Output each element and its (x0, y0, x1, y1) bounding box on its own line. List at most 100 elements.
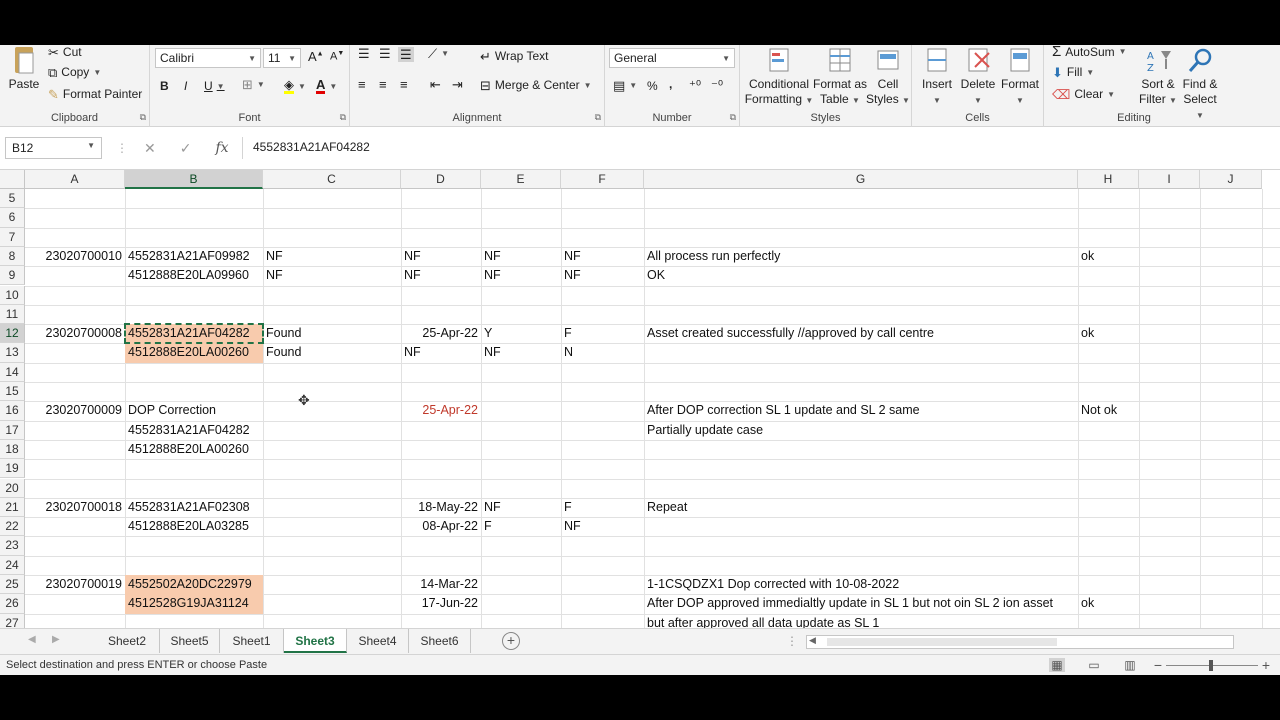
cell-a25[interactable]: 23020700019 (25, 575, 125, 594)
cell-g17[interactable]: Partially update case (644, 421, 1078, 440)
cell-d26[interactable]: 17-Jun-22 (401, 594, 481, 613)
row-header-25[interactable]: 25 (0, 575, 25, 595)
decrease-decimal-button[interactable]: ⁻⁰ (711, 79, 723, 92)
cell-b21[interactable]: 4552831A21AF02308 (125, 498, 263, 517)
tab-scroll-right-icon[interactable]: ▶ (52, 634, 60, 645)
cell-g12[interactable]: Asset created successfully //approved by… (644, 324, 1078, 343)
horizontal-scrollbar[interactable]: ◀ (806, 635, 1234, 649)
cell-f21[interactable]: F (561, 498, 644, 517)
row-header-26[interactable]: 26 (0, 594, 25, 614)
formula-input[interactable]: 4552831A21AF04282 (242, 137, 1280, 159)
column-header-e[interactable]: E (481, 170, 561, 189)
column-header-f[interactable]: F (561, 170, 644, 189)
align-center-button[interactable]: ≡ (379, 78, 387, 91)
scroll-left-icon[interactable]: ◀ (809, 635, 816, 646)
cell-c13[interactable]: Found (263, 343, 401, 362)
cell-f8[interactable]: NF (561, 247, 644, 266)
row-header-22[interactable]: 22 (0, 517, 25, 537)
enter-icon[interactable]: ✓ (180, 140, 192, 157)
find-select-button[interactable]: Find & Select ▼ (1178, 45, 1222, 120)
row-header-12[interactable]: 12 (0, 324, 25, 344)
cell-e22[interactable]: F (481, 517, 561, 536)
align-middle-button[interactable]: ☰ (379, 47, 391, 60)
cell-b16[interactable]: DOP Correction (125, 401, 263, 420)
cell-d9[interactable]: NF (401, 266, 481, 285)
cell-e8[interactable]: NF (481, 247, 561, 266)
column-header-h[interactable]: H (1078, 170, 1139, 189)
cell-g21[interactable]: Repeat (644, 498, 1078, 517)
accounting-format-button[interactable]: ▤ ▼ (613, 79, 637, 92)
insert-function-button[interactable]: fx (215, 140, 228, 156)
decrease-font-button[interactable]: A▼ (330, 50, 344, 63)
row-header-6[interactable]: 6 (0, 208, 25, 228)
align-right-button[interactable]: ≡ (400, 78, 408, 91)
cut-button[interactable]: ✂ Cut (48, 45, 82, 59)
autosum-button[interactable]: Σ AutoSum ▼ (1052, 44, 1127, 59)
font-name-select[interactable]: Calibri ▼ (155, 48, 261, 68)
zoom-out-icon[interactable]: − (1150, 658, 1166, 672)
merge-center-button[interactable]: ⊟ Merge & Center ▼ (480, 78, 592, 92)
comma-button[interactable]: , (669, 77, 672, 91)
align-top-button[interactable]: ☰ (358, 47, 370, 60)
cell-g8[interactable]: All process run perfectly (644, 247, 1078, 266)
underline-button[interactable]: U ▼ (204, 79, 225, 93)
row-header-9[interactable]: 9 (0, 266, 25, 286)
cell-f22[interactable]: NF (561, 517, 644, 536)
row-header-16[interactable]: 16 (0, 401, 25, 421)
zoom-in-icon[interactable]: + (1258, 658, 1274, 672)
fill-button[interactable]: ⬇ Fill ▼ (1052, 65, 1094, 79)
cell-d8[interactable]: NF (401, 247, 481, 266)
row-header-19[interactable]: 19 (0, 459, 25, 479)
dialog-launcher-icon[interactable]: ⧉ (595, 112, 601, 123)
cell-b17[interactable]: 4552831A21AF04282 (125, 421, 263, 440)
decrease-indent-button[interactable]: ⇤ (430, 78, 441, 91)
normal-view-icon[interactable]: ▦ (1049, 658, 1065, 672)
cell-h16[interactable]: Not ok (1078, 401, 1139, 420)
fill-color-button[interactable]: ◈ ▼ (284, 78, 306, 94)
cell-c9[interactable]: NF (263, 266, 401, 285)
row-header-21[interactable]: 21 (0, 497, 25, 518)
cell-g25[interactable]: 1-1CSQDZX1 Dop corrected with 10-08-2022 (644, 575, 1078, 594)
percent-button[interactable]: % (647, 79, 658, 93)
italic-button[interactable]: I (184, 79, 187, 93)
delete-button[interactable]: Delete ▼ (956, 45, 1000, 107)
sheet-tab-sheet2[interactable]: Sheet2 (95, 629, 160, 653)
page-layout-icon[interactable]: ▭ (1086, 658, 1102, 672)
number-format-select[interactable]: General ▼ (609, 48, 735, 68)
row-header-10[interactable]: 10 (0, 285, 25, 305)
row-header-24[interactable]: 24 (0, 555, 25, 575)
cell-d13[interactable]: NF (401, 343, 481, 362)
cell-b26[interactable]: 4512528G19JA31124 (125, 594, 263, 614)
sheet-tab-sheet6[interactable]: Sheet6 (409, 629, 471, 653)
row-header-20[interactable]: 20 (0, 478, 25, 498)
cell-c8[interactable]: NF (263, 247, 401, 266)
font-color-button[interactable]: A ▼ (316, 78, 337, 94)
row-header-27[interactable]: 27 (0, 613, 25, 628)
cell-f12[interactable]: F (561, 324, 644, 343)
orientation-button[interactable]: ⟋ ▼ (428, 47, 449, 60)
cancel-icon[interactable]: ✕ (144, 140, 156, 157)
dialog-launcher-icon[interactable]: ⧉ (340, 112, 346, 123)
zoom-slider-thumb[interactable] (1209, 660, 1213, 671)
cell-f9[interactable]: NF (561, 266, 644, 285)
cell-d22[interactable]: 08-Apr-22 (401, 517, 481, 536)
select-all-corner[interactable] (0, 170, 25, 189)
cell-a12[interactable]: 23020700008 (25, 324, 125, 343)
cell-g27[interactable]: but after approved all data update as SL… (644, 614, 1078, 628)
cell-g16[interactable]: After DOP correction SL 1 update and SL … (644, 401, 1078, 420)
row-header-5[interactable]: 5 (0, 189, 25, 209)
copy-button[interactable]: ⧉ Copy ▼ (48, 65, 101, 79)
cell-h8[interactable]: ok (1078, 247, 1139, 266)
sheet-tab-sheet4[interactable]: Sheet4 (347, 629, 409, 653)
cell-b8[interactable]: 4552831A21AF09982 (125, 247, 263, 266)
row-header-17[interactable]: 17 (0, 420, 25, 440)
cell-styles-button[interactable]: Cell Styles ▼ (866, 45, 910, 107)
column-header-j[interactable]: J (1200, 170, 1262, 189)
cell-a16[interactable]: 23020700009 (25, 401, 125, 420)
increase-indent-button[interactable]: ⇥ (452, 78, 463, 91)
increase-font-button[interactable]: A▲ (308, 50, 324, 63)
format-as-table-button[interactable]: Format as Table ▼ (812, 45, 868, 107)
conditional-formatting-button[interactable]: Conditional Formatting ▼ (744, 45, 814, 107)
row-header-8[interactable]: 8 (0, 246, 25, 267)
sort-filter-button[interactable]: AZ Sort & Filter ▼ (1136, 45, 1180, 107)
